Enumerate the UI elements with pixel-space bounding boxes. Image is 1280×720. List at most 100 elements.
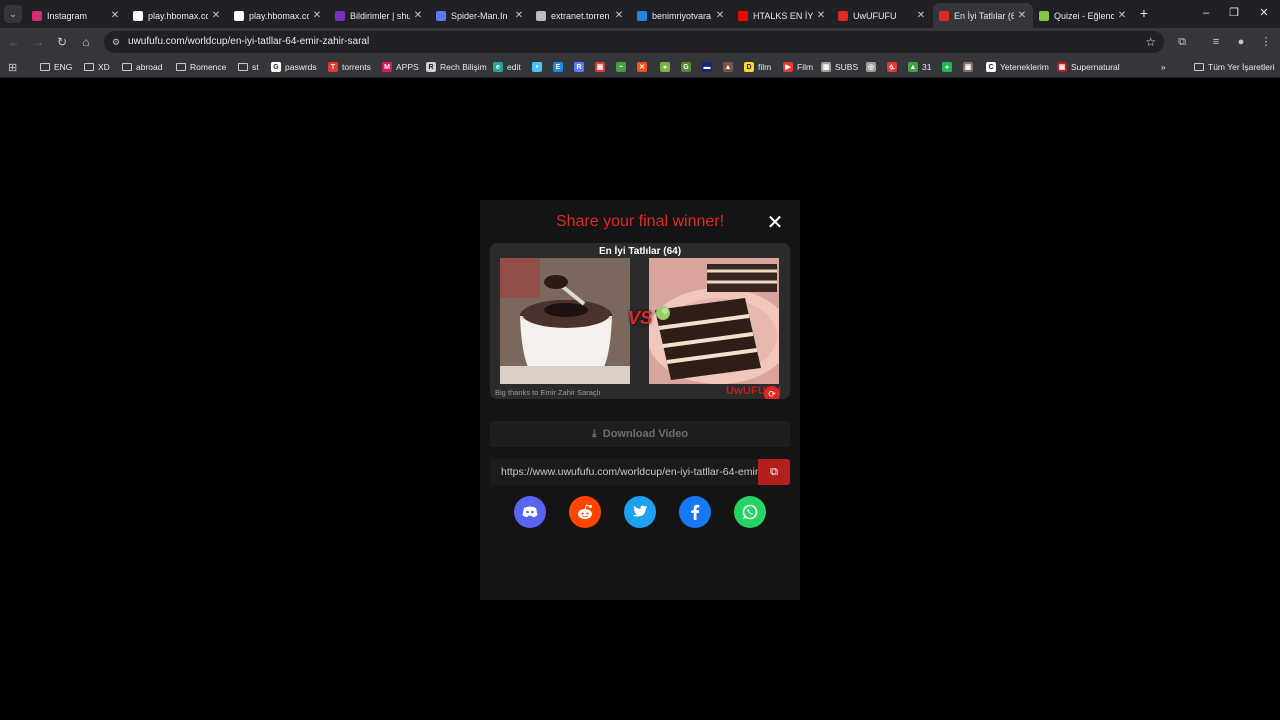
tab-3[interactable]: play.hbomax.com✕ bbox=[228, 3, 328, 28]
bookmark-site-27[interactable]: ● bbox=[942, 60, 956, 74]
tab-9[interactable]: UwUFUFU ✕ bbox=[832, 3, 932, 28]
tab-close-icon[interactable]: ✕ bbox=[1017, 10, 1027, 21]
facebook-share-button[interactable] bbox=[679, 496, 711, 528]
tab-4[interactable]: Bildirimler | shu ✕ bbox=[329, 3, 429, 28]
share-url-field[interactable]: https://www.uwufufu.com/worldcup/en-iyi-… bbox=[490, 459, 790, 485]
bookmark-subs[interactable]: ▦ SUBS bbox=[821, 60, 858, 74]
bookmark-site-16[interactable]: ✕ bbox=[637, 60, 651, 74]
address-url[interactable]: uwufufu.com/worldcup/en-iyi-tatllar-64-e… bbox=[128, 36, 369, 47]
bookmark-site-19[interactable]: ▬ bbox=[702, 60, 716, 74]
forward-icon[interactable]: → bbox=[30, 34, 46, 50]
bookmark-site-25[interactable]: ሏ bbox=[887, 60, 901, 74]
bookmark-site-12[interactable]: E bbox=[553, 60, 567, 74]
bookmark-favicon-icon: ▣ bbox=[963, 62, 973, 72]
profile-avatar[interactable]: ● bbox=[1233, 34, 1249, 50]
twitter-share-button[interactable] bbox=[624, 496, 656, 528]
bookmark-xd[interactable]: XD bbox=[84, 60, 110, 74]
bookmark-eng[interactable]: ENG bbox=[40, 60, 72, 74]
bookmark-site-24[interactable]: ◎ bbox=[866, 60, 880, 74]
facebook-icon bbox=[691, 504, 700, 520]
bookmark-favicon-icon: M bbox=[382, 62, 392, 72]
menu-kebab-icon[interactable]: ⋮ bbox=[1258, 34, 1274, 50]
tab-1[interactable]: Instagram ✕ bbox=[26, 3, 126, 28]
site-info-icon[interactable]: ⚙ bbox=[110, 36, 122, 48]
bookmark-favicon-icon: ● bbox=[942, 62, 952, 72]
bookmark-favicon-icon: ▶ bbox=[783, 62, 793, 72]
tab-close-icon[interactable]: ✕ bbox=[312, 10, 322, 21]
apps-grid-icon[interactable]: ⊞ bbox=[8, 60, 17, 74]
bookmark-film[interactable]: Dfilm bbox=[744, 60, 771, 74]
back-icon[interactable]: ← bbox=[6, 34, 22, 50]
bookmark-site-20[interactable]: ▲ bbox=[723, 60, 737, 74]
bookmark-rech-bili-im[interactable]: R Rech Bilişim bbox=[426, 60, 487, 74]
bookmark-film[interactable]: ▶ Film bbox=[783, 60, 813, 74]
tab-title: Bildirimler | shu bbox=[350, 10, 410, 21]
tab-title: play.hbomax.com bbox=[249, 10, 309, 21]
bookmarks-overflow-icon[interactable]: » bbox=[1161, 60, 1166, 74]
bookmark-site-17[interactable]: ● bbox=[660, 60, 674, 74]
tab-close-icon[interactable]: ✕ bbox=[514, 10, 524, 21]
tab-6[interactable]: extranet.torren ✕ bbox=[530, 3, 630, 28]
extensions-icon[interactable]: ⧉ bbox=[1174, 34, 1190, 50]
tab-title: UwUFUFU bbox=[853, 10, 897, 21]
bookmark-star-icon[interactable]: ☆ bbox=[1145, 35, 1156, 49]
tab-close-icon[interactable]: ✕ bbox=[211, 10, 221, 21]
address-bar[interactable]: ⚙ uwufufu.com/worldcup/en-iyi-tatllar-64… bbox=[104, 31, 1164, 53]
whatsapp-share-button[interactable] bbox=[734, 496, 766, 528]
bookmark-site-15[interactable]: ~ bbox=[616, 60, 630, 74]
bookmark-abroad[interactable]: abroad bbox=[122, 60, 162, 74]
tab-close-icon[interactable]: ✕ bbox=[614, 10, 624, 21]
tab-close-icon[interactable]: ✕ bbox=[1117, 10, 1127, 21]
bookmark-site-13[interactable]: R bbox=[574, 60, 588, 74]
copy-icon: ⧉ bbox=[770, 466, 778, 478]
media-controls-icon[interactable]: ≡ bbox=[1208, 34, 1224, 50]
twitter-icon bbox=[632, 505, 648, 517]
tab-close-icon[interactable]: ✕ bbox=[816, 10, 826, 21]
bookmark-site-18[interactable]: G bbox=[681, 60, 695, 74]
bookmark-label: APPS bbox=[396, 62, 419, 72]
bookmarks-bar: ⊞ ENG XD abroad Romence st Gpaswrds Ttorrents M… bbox=[0, 56, 1280, 78]
bookmark-torrents[interactable]: Ttorrents bbox=[328, 60, 371, 74]
bookmark-site-14[interactable]: ▣ bbox=[595, 60, 609, 74]
tab-10[interactable]: En İyi Tatlılar (6 ✕ bbox=[933, 3, 1033, 28]
other-bookmarks[interactable]: Tüm Yer İşaretleri bbox=[1194, 60, 1275, 74]
youtube-icon bbox=[738, 10, 748, 21]
download-video-button[interactable]: ⤓ Download Video bbox=[490, 421, 790, 447]
bookmark-site-28[interactable]: ▣ bbox=[963, 60, 977, 74]
tab-11[interactable]: Quizei - Eğlenc ✕ bbox=[1033, 3, 1133, 28]
tab-search-button[interactable]: ⌄ bbox=[4, 5, 22, 23]
tab-2[interactable]: play.hbomax.com✕ bbox=[127, 3, 227, 28]
home-icon[interactable]: ⌂ bbox=[78, 34, 94, 50]
bookmark-favicon-icon: ● bbox=[660, 62, 670, 72]
tab-8[interactable]: HTALKS EN İYİ ✕ bbox=[732, 3, 832, 28]
share-url-text[interactable]: https://www.uwufufu.com/worldcup/en-iyi-… bbox=[501, 466, 758, 478]
tab-5[interactable]: Spider-Man.In ✕ bbox=[430, 3, 530, 28]
discord-share-button[interactable] bbox=[514, 496, 546, 528]
bookmark-favicon-icon: R bbox=[574, 62, 584, 72]
tab-close-icon[interactable]: ✕ bbox=[916, 10, 926, 21]
tab-close-icon[interactable]: ✕ bbox=[110, 10, 120, 21]
close-icon[interactable]: ✕ bbox=[766, 213, 784, 233]
reload-icon[interactable]: ↻ bbox=[54, 34, 70, 50]
restore-icon[interactable]: ❐ bbox=[1226, 5, 1242, 21]
tab-7[interactable]: benimriyotvara ✕ bbox=[631, 3, 731, 28]
tab-close-icon[interactable]: ✕ bbox=[413, 10, 423, 21]
bookmark-edit[interactable]: e edit bbox=[493, 60, 521, 74]
bookmark-31[interactable]: ▲ 31 bbox=[908, 60, 931, 74]
hbomax-icon bbox=[234, 10, 244, 21]
close-window-icon[interactable]: ✕ bbox=[1256, 5, 1272, 21]
bookmark-yeteneklerim[interactable]: C Yeteneklerim bbox=[986, 60, 1049, 74]
bookmark-apps[interactable]: M APPS bbox=[382, 60, 419, 74]
tab-close-icon[interactable]: ✕ bbox=[715, 10, 725, 21]
reddit-share-button[interactable] bbox=[569, 496, 601, 528]
copy-link-button[interactable]: ⧉ bbox=[758, 459, 790, 485]
l-icon bbox=[637, 10, 647, 21]
bookmark-site-11[interactable]: • bbox=[532, 60, 546, 74]
bookmark-romence[interactable]: Romence bbox=[176, 60, 226, 74]
minimize-icon[interactable]: – bbox=[1198, 5, 1214, 21]
bookmark-st[interactable]: st bbox=[238, 60, 259, 74]
new-tab-button[interactable]: + bbox=[1136, 5, 1152, 21]
bookmark-supernatural[interactable]: ▣ Supernatural bbox=[1057, 60, 1120, 74]
bookmark-paswrds[interactable]: Gpaswrds bbox=[271, 60, 317, 74]
e-icon bbox=[536, 10, 546, 21]
